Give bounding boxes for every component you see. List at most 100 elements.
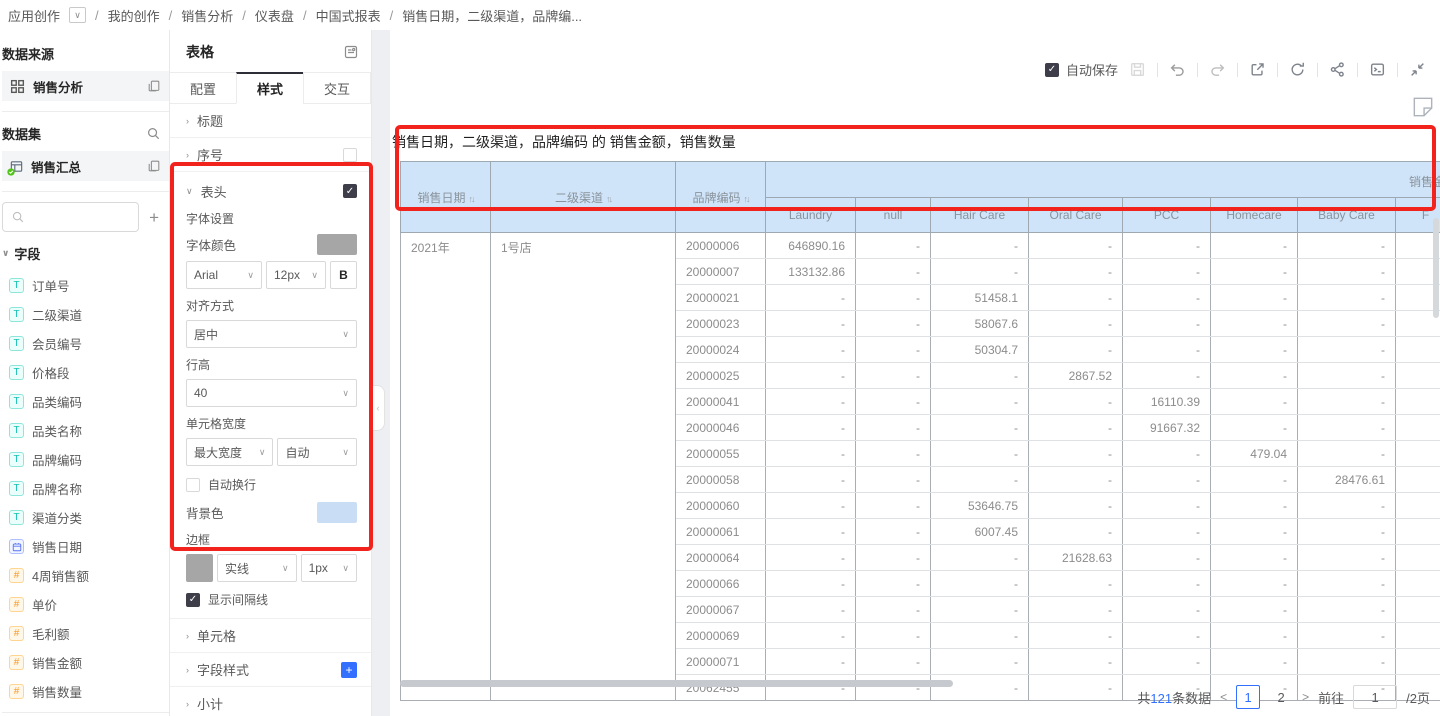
add-field-style-button[interactable]: +: [341, 662, 357, 678]
refresh-icon[interactable]: [1289, 61, 1306, 78]
table-subheader-cell[interactable]: Baby Care: [1298, 198, 1396, 233]
font-family-select[interactable]: Arial∨: [186, 261, 262, 289]
sort-icon[interactable]: ↑↓: [469, 194, 474, 204]
breadcrumb-item-report[interactable]: 中国式报表: [316, 6, 381, 25]
share-icon[interactable]: [1329, 61, 1346, 78]
field-item[interactable]: T 渠道分类: [2, 503, 169, 532]
field-item[interactable]: T 品牌名称: [2, 474, 169, 503]
header-bg-swatch[interactable]: [317, 502, 357, 523]
export-icon[interactable]: [1249, 61, 1266, 78]
cell-value: -: [1123, 571, 1211, 597]
section-title[interactable]: › 标题: [170, 104, 371, 138]
word-wrap-checkbox[interactable]: [186, 478, 200, 492]
tab-interaction[interactable]: 交互: [303, 72, 371, 104]
font-size-select[interactable]: 12px∨: [266, 261, 326, 289]
field-item[interactable]: T 会员编号: [2, 329, 169, 358]
text-field-icon: T: [9, 394, 24, 409]
field-item[interactable]: # 销售金额: [2, 648, 169, 677]
next-page-button[interactable]: >: [1302, 690, 1309, 704]
table-subheader-cell[interactable]: Hair Care: [931, 198, 1029, 233]
field-item[interactable]: # 毛利额: [2, 619, 169, 648]
table-header-brand-code[interactable]: 品牌编码↑↓: [676, 162, 766, 233]
border-style-select[interactable]: 实线∨: [217, 554, 297, 582]
collapse-panel-handle[interactable]: ‹: [372, 385, 385, 431]
field-item[interactable]: T 二级渠道: [2, 300, 169, 329]
breadcrumb-item-my-creations[interactable]: 我的创作: [108, 6, 160, 25]
field-item[interactable]: T 品类编码: [2, 387, 169, 416]
switch-dataset-icon[interactable]: [147, 159, 161, 173]
font-color-swatch[interactable]: [317, 234, 357, 255]
field-item[interactable]: T 品类名称: [2, 416, 169, 445]
section-subtotal[interactable]: › 小计: [170, 687, 371, 716]
goto-page-input[interactable]: 1: [1353, 685, 1397, 709]
vertical-scrollbar[interactable]: [1433, 218, 1439, 318]
table-header-channel[interactable]: 二级渠道↑↓: [491, 162, 676, 233]
show-divider-checkbox[interactable]: ✓: [186, 593, 200, 607]
align-select[interactable]: 居中∨: [186, 320, 357, 348]
field-item[interactable]: T 价格段: [2, 358, 169, 387]
prev-page-button[interactable]: <: [1220, 690, 1227, 704]
line-height-select[interactable]: 40∨: [186, 379, 357, 407]
autosave-checkbox[interactable]: ✓: [1045, 63, 1059, 77]
collapse-icon[interactable]: [1409, 61, 1426, 78]
cell-value: -: [1029, 597, 1123, 623]
section-index[interactable]: › 序号: [170, 138, 371, 172]
table-subheader-cell[interactable]: Homecare: [1211, 198, 1298, 233]
sort-icon[interactable]: ↑↓: [606, 194, 611, 204]
terminal-icon[interactable]: [1369, 61, 1386, 78]
breadcrumb-item-dashboard[interactable]: 仪表盘: [255, 6, 294, 25]
field-item[interactable]: T 订单号: [2, 271, 169, 300]
cell-value: -: [766, 337, 856, 363]
cell-value: 646890.16: [766, 233, 856, 259]
autosave-toggle[interactable]: ✓ 自动保存: [1045, 60, 1118, 79]
breadcrumb-item-app[interactable]: 应用创作: [8, 6, 60, 25]
corner-fold-icon[interactable]: [1410, 94, 1436, 120]
field-item[interactable]: # 4周销售额: [2, 561, 169, 590]
add-field-button[interactable]: +: [149, 209, 159, 226]
cell-value: -: [856, 467, 931, 493]
field-search-input[interactable]: [2, 202, 139, 232]
cell-value: -: [1029, 623, 1123, 649]
datasource-item[interactable]: 销售分析: [2, 71, 169, 101]
cell-width-mode-select[interactable]: 自动∨: [277, 438, 357, 466]
tab-style[interactable]: 样式: [236, 72, 304, 104]
table-subheader-cell[interactable]: Laundry: [766, 198, 856, 233]
border-width-select[interactable]: 1px∨: [301, 554, 357, 582]
search-icon[interactable]: [146, 126, 161, 141]
bold-button[interactable]: B: [330, 261, 357, 289]
cell-value: -: [1211, 415, 1298, 441]
chevron-down-icon: ∨: [2, 248, 9, 259]
redo-icon[interactable]: [1209, 61, 1226, 78]
field-item[interactable]: 销售日期: [2, 532, 169, 561]
page-button-1[interactable]: 1: [1236, 685, 1260, 709]
table-header-sale-date[interactable]: 销售日期↑↓: [401, 162, 491, 233]
chevron-down-icon[interactable]: ∨: [69, 7, 86, 23]
border-color-swatch[interactable]: [186, 554, 213, 582]
sidebar-group-metrics[interactable]: › 指标: [2, 712, 169, 716]
cell-value: -: [1298, 441, 1396, 467]
text-field-icon: T: [9, 365, 24, 380]
section-field-style[interactable]: › 字段样式 +: [170, 653, 371, 687]
switch-datasource-icon[interactable]: [147, 79, 161, 93]
section-cell[interactable]: › 单元格: [170, 619, 371, 653]
field-item[interactable]: T 品牌编码: [2, 445, 169, 474]
undo-icon[interactable]: [1169, 61, 1186, 78]
sort-icon[interactable]: ↑↓: [744, 194, 749, 204]
breadcrumb-item-sales-analysis[interactable]: 销售分析: [181, 6, 233, 25]
field-item[interactable]: # 单价: [2, 590, 169, 619]
index-checkbox[interactable]: [343, 148, 357, 162]
horizontal-scrollbar[interactable]: [400, 680, 953, 687]
dataset-item[interactable]: 销售汇总: [2, 151, 169, 181]
page-button-2[interactable]: 2: [1269, 685, 1293, 709]
table-subheader-cell[interactable]: PCC: [1123, 198, 1211, 233]
table-subheader-cell[interactable]: null: [856, 198, 931, 233]
cell-value: 51458.1: [931, 285, 1029, 311]
table-subheader-cell[interactable]: Oral Care: [1029, 198, 1123, 233]
canvas: ✓ 自动保存: [390, 30, 1440, 716]
tab-config[interactable]: 配置: [170, 72, 237, 104]
header-checkbox[interactable]: ✓: [343, 184, 357, 198]
cell-width-select[interactable]: 最大宽度∨: [186, 438, 273, 466]
field-item[interactable]: # 销售数量: [2, 677, 169, 706]
fields-header[interactable]: ∨ 字段: [2, 244, 169, 263]
cell-value: -: [931, 545, 1029, 571]
